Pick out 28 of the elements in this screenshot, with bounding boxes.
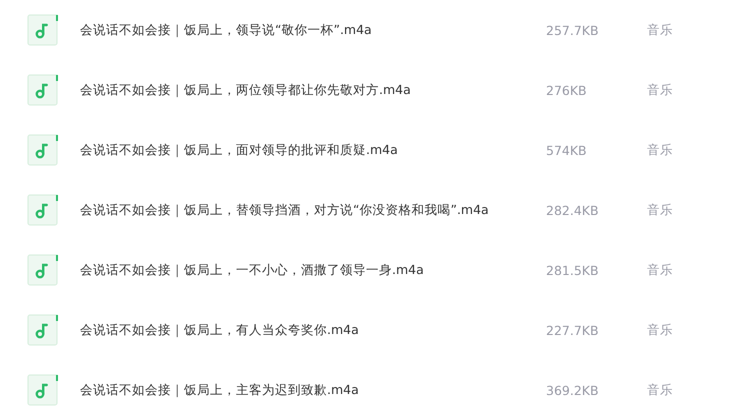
file-type: 音乐 xyxy=(647,262,673,278)
music-file-icon xyxy=(27,14,59,46)
file-name[interactable]: 会说话不如会接｜饭局上，有人当众夸奖你.m4a xyxy=(80,322,546,338)
music-file-icon xyxy=(27,314,59,346)
music-file-icon xyxy=(27,194,59,226)
file-type: 音乐 xyxy=(647,202,673,218)
music-file-icon xyxy=(27,254,59,286)
file-name[interactable]: 会说话不如会接｜饭局上，面对领导的批评和质疑.m4a xyxy=(80,142,546,158)
file-type: 音乐 xyxy=(647,382,673,398)
file-type: 音乐 xyxy=(647,142,673,158)
file-type: 音乐 xyxy=(647,22,673,38)
music-file-icon xyxy=(27,134,59,166)
file-size: 282.4KB xyxy=(546,202,600,218)
music-file-icon xyxy=(27,374,59,406)
file-type: 音乐 xyxy=(647,82,673,98)
file-size: 257.7KB xyxy=(546,22,600,38)
file-size: 281.5KB xyxy=(546,262,600,278)
file-name[interactable]: 会说话不如会接｜饭局上，领导说“敬你一杯”.m4a xyxy=(80,22,546,38)
file-name[interactable]: 会说话不如会接｜饭局上，两位领导都让你先敬对方.m4a xyxy=(80,82,546,98)
file-name[interactable]: 会说话不如会接｜饭局上，替领导挡酒，对方说“你没资格和我喝”.m4a xyxy=(80,202,546,218)
file-size: 369.2KB xyxy=(546,382,600,398)
file-name[interactable]: 会说话不如会接｜饭局上，一不小心，酒撒了领导一身.m4a xyxy=(80,262,546,278)
file-size: 574KB xyxy=(546,142,588,158)
file-size: 227.7KB xyxy=(546,322,600,338)
file-size: 276KB xyxy=(546,82,588,98)
file-name[interactable]: 会说话不如会接｜饭局上，主客为迟到致歉.m4a xyxy=(80,382,546,398)
music-file-icon xyxy=(27,74,59,106)
file-type: 音乐 xyxy=(647,322,673,338)
